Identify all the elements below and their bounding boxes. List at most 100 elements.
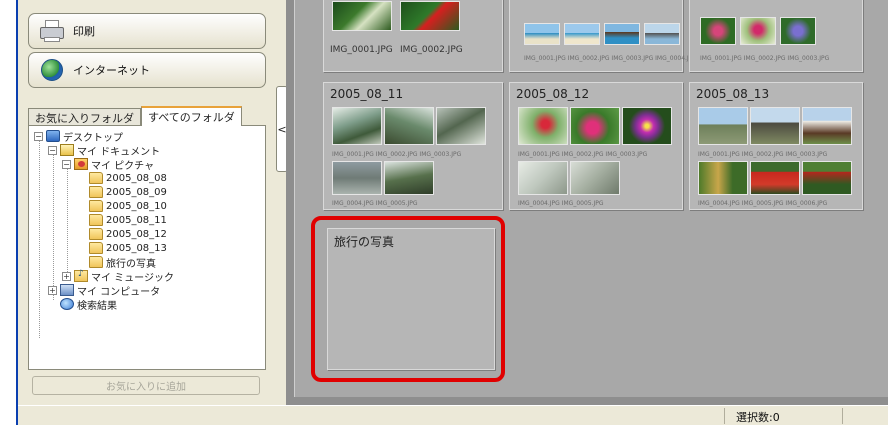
globe-icon — [37, 57, 67, 83]
tree-item-label: 2005_08_10 — [106, 200, 167, 212]
photo-thumbnail[interactable] — [750, 161, 800, 195]
thumbnail-labels: IMG_0004.JPG IMG_0005.JPG — [518, 200, 604, 207]
group-title: 2005_08_12 — [516, 87, 590, 101]
tree-item-desktop[interactable]: − デスクトップ — [34, 129, 123, 144]
selection-count: 選択数:0 — [736, 411, 780, 424]
folder-icon — [89, 172, 103, 184]
tree-item-label: マイ ドキュメント — [77, 146, 161, 158]
tree-item-folder[interactable]: 2005_08_08 — [89, 171, 167, 185]
collapse-toggle[interactable]: − — [48, 145, 57, 155]
folder-icon — [89, 186, 103, 198]
photo-thumbnail[interactable] — [436, 107, 486, 145]
photo-thumbnail[interactable] — [570, 161, 620, 195]
photo-thumbnail[interactable] — [780, 17, 816, 45]
print-label: 印刷 — [73, 25, 95, 38]
photo-thumbnail[interactable] — [564, 23, 600, 45]
tree-item-folder[interactable]: 2005_08_11 — [89, 213, 167, 227]
folder-group: IMG_0001.JPG IMG_0002.JPG — [323, 0, 503, 72]
folder-group: IMG_0001.JPG IMG_0002.JPG IMG_0003.JPG I… — [509, 0, 697, 72]
photo-thumbnail[interactable] — [524, 23, 560, 45]
tree-item-folder[interactable]: 2005_08_09 — [89, 185, 167, 199]
tree-item-my-pictures[interactable]: − マイ ピクチャ — [62, 157, 155, 172]
group-title: 2005_08_13 — [696, 87, 770, 101]
folder-group-2005-08-13[interactable]: 2005_08_13 IMG_0001.JPG IMG_0002.JPG IMG… — [689, 82, 863, 210]
thumbnail-label: IMG_0002.JPG — [400, 45, 463, 55]
pictures-folder-icon — [74, 158, 88, 170]
photo-thumbnail[interactable] — [518, 161, 568, 195]
tree-item-label: 2005_08_13 — [106, 242, 167, 254]
folder-tree: − デスクトップ − マイ ドキュメント − マイ ピクチャ 2005_08_0… — [28, 125, 266, 370]
tree-item-label: マイ ピクチャ — [91, 160, 155, 172]
internet-button[interactable]: インターネット — [28, 52, 266, 88]
tree-item-label: 2005_08_09 — [106, 186, 167, 198]
printer-icon — [37, 18, 67, 44]
photo-thumbnail[interactable] — [332, 161, 382, 195]
photo-thumbnail[interactable] — [400, 1, 460, 31]
tree-item-travel-photos[interactable]: 旅行の写真 — [89, 255, 156, 270]
folder-icon — [89, 228, 103, 240]
expand-toggle[interactable]: + — [48, 285, 57, 295]
photo-thumbnail[interactable] — [332, 1, 392, 31]
tree-item-label: 2005_08_08 — [106, 172, 167, 184]
thumbnail-label: IMG_0001.JPG — [330, 45, 393, 55]
tree-item-folder[interactable]: 2005_08_10 — [89, 199, 167, 213]
photo-thumbnail[interactable] — [644, 23, 680, 45]
folder-tabs: お気に入りフォルダ すべてのフォルダ — [28, 106, 242, 126]
tree-item-label: 旅行の写真 — [106, 258, 156, 270]
tree-item-label: マイ コンピュータ — [77, 286, 161, 298]
panel-splitter[interactable] — [272, 0, 286, 405]
photo-thumbnail[interactable] — [384, 107, 434, 145]
tree-item-my-computer[interactable]: + マイ コンピュータ — [48, 283, 161, 298]
photo-thumbnail[interactable] — [332, 107, 382, 145]
status-divider — [842, 408, 843, 424]
photo-thumbnail[interactable] — [802, 107, 852, 145]
status-divider — [724, 408, 725, 424]
tree-item-my-music[interactable]: + マイ ミュージック — [62, 269, 174, 284]
photo-thumbnail[interactable] — [698, 161, 748, 195]
collapse-toggle[interactable]: − — [62, 159, 71, 169]
print-button[interactable]: 印刷 — [28, 13, 266, 49]
photo-thumbnail[interactable] — [384, 161, 434, 195]
folder-group-2005-08-11[interactable]: 2005_08_11 IMG_0001.JPG IMG_0002.JPG IMG… — [323, 82, 503, 210]
photo-thumbnail[interactable] — [604, 23, 640, 45]
thumbnail-labels: IMG_0004.JPG IMG_0005.JPG — [332, 200, 418, 207]
thumbnail-labels: IMG_0001.JPG IMG_0002.JPG IMG_0003.JPG — [332, 151, 462, 158]
computer-icon — [60, 284, 74, 296]
add-to-favorites-button[interactable]: お気に入りに追加 — [32, 376, 260, 395]
folder-group: IMG_0001.JPG IMG_0002.JPG IMG_0003.JPG — [689, 0, 863, 72]
music-folder-icon — [74, 269, 88, 282]
tree-item-my-documents[interactable]: − マイ ドキュメント — [48, 143, 161, 158]
tree-item-label: デスクトップ — [63, 132, 123, 144]
tree-item-label: 2005_08_12 — [106, 228, 167, 240]
tree-item-folder[interactable]: 2005_08_12 — [89, 227, 167, 241]
folder-icon — [89, 242, 103, 254]
tab-all-folders[interactable]: すべてのフォルダ — [141, 106, 242, 126]
group-title: 2005_08_11 — [330, 87, 404, 101]
expand-toggle[interactable]: + — [62, 271, 71, 281]
photo-thumbnail[interactable] — [698, 107, 748, 145]
sidebar: 印刷 インターネット お気に入りフォルダ すべてのフォルダ − デスクトップ −… — [18, 0, 272, 405]
thumbnail-labels: IMG_0001.JPG IMG_0002.JPG IMG_0003.JPG — [698, 151, 828, 158]
thumbnail-labels: IMG_0001.JPG IMG_0002.JPG IMG_0003.JPG I… — [524, 55, 697, 62]
tree-item-label: 検索結果 — [77, 300, 117, 312]
tree-item-search-results[interactable]: 検索結果 — [60, 297, 117, 312]
folder-icon — [89, 200, 103, 212]
photo-thumbnail[interactable] — [740, 17, 776, 45]
collapse-toggle[interactable]: − — [34, 131, 43, 141]
tree-item-label: マイ ミュージック — [91, 272, 174, 284]
photo-thumbnail[interactable] — [622, 107, 672, 145]
photo-thumbnail[interactable] — [750, 107, 800, 145]
folder-group-2005-08-12[interactable]: 2005_08_12 IMG_0001.JPG IMG_0002.JPG IMG… — [509, 82, 683, 210]
tab-favorite-folders[interactable]: お気に入りフォルダ — [28, 108, 141, 126]
folder-icon — [89, 256, 103, 268]
photo-thumbnail[interactable] — [570, 107, 620, 145]
photo-thumbnail[interactable] — [802, 161, 852, 195]
tree-item-folder[interactable]: 2005_08_13 — [89, 241, 167, 255]
photo-thumbnail[interactable] — [518, 107, 568, 145]
thumbnail-labels: IMG_0001.JPG IMG_0002.JPG IMG_0003.JPG — [700, 55, 830, 62]
photo-thumbnail[interactable] — [700, 17, 736, 45]
thumbnail-labels: IMG_0004.JPG IMG_0005.JPG IMG_0006.JPG — [698, 200, 828, 207]
highlight-frame — [311, 216, 505, 382]
folder-icon — [89, 214, 103, 226]
desktop-icon — [46, 130, 60, 142]
